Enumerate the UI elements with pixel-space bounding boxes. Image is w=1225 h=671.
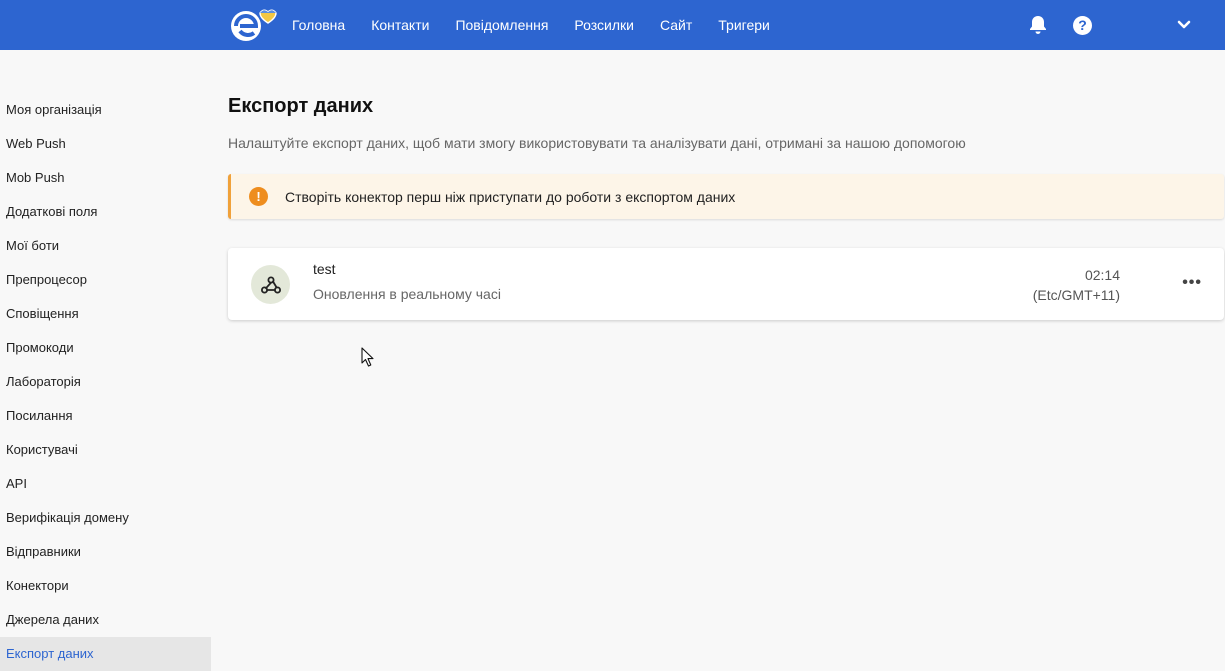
nav-home[interactable]: Головна <box>292 17 345 33</box>
nav-triggers[interactable]: Тригери <box>718 17 770 33</box>
export-name: test <box>313 261 336 277</box>
sidebar-item-laboratory[interactable]: Лабораторія <box>0 365 211 399</box>
exclamation-icon: ! <box>249 187 268 206</box>
sidebar-item-data-export[interactable]: Експорт даних <box>0 637 211 671</box>
question-icon: ? <box>1073 15 1092 35</box>
nav-campaigns[interactable]: Розсилки <box>574 17 634 33</box>
export-time: 02:14 (Etc/GMT+11) <box>1033 265 1120 305</box>
sidebar-item-promocodes[interactable]: Промокоди <box>0 331 211 365</box>
help-button[interactable]: ? <box>1073 0 1092 50</box>
nav-contacts[interactable]: Контакти <box>371 17 429 33</box>
mouse-cursor-icon <box>361 347 374 367</box>
alert-text: Створіть конектор перш ніж приступати до… <box>285 188 736 205</box>
account-menu-button[interactable] <box>1177 0 1191 50</box>
export-mode: Оновлення в реальному часі <box>313 286 501 302</box>
sidebar-item-notifications[interactable]: Сповіщення <box>0 297 211 331</box>
sidebar-item-web-push[interactable]: Web Push <box>0 127 211 161</box>
sidebar-item-domain-verification[interactable]: Верифікація домену <box>0 501 211 535</box>
bell-icon <box>1030 16 1046 34</box>
sidebar-item-connectors[interactable]: Конектори <box>0 569 211 603</box>
logo-icon[interactable] <box>228 6 280 44</box>
export-timezone: (Etc/GMT+11) <box>1032 287 1120 303</box>
webhook-icon <box>251 265 290 304</box>
main-content: Експорт даних Налаштуйте експорт даних, … <box>228 95 1224 320</box>
sidebar-item-senders[interactable]: Відправники <box>0 535 211 569</box>
chevron-down-icon <box>1177 20 1191 29</box>
sidebar-item-preprocessor[interactable]: Препроцесор <box>0 263 211 297</box>
page-subtitle: Налаштуйте експорт даних, щоб мати змогу… <box>228 135 966 151</box>
sidebar-item-custom-fields[interactable]: Додаткові поля <box>0 195 211 229</box>
sidebar-item-users[interactable]: Користувачі <box>0 433 211 467</box>
top-navigation-bar: Головна Контакти Повідомлення Розсилки С… <box>0 0 1225 50</box>
main-nav: Головна Контакти Повідомлення Розсилки С… <box>292 0 796 50</box>
notifications-button[interactable] <box>1029 0 1047 50</box>
page-title: Експорт даних <box>228 95 374 117</box>
sidebar-item-bots[interactable]: Мої боти <box>0 229 211 263</box>
export-card[interactable]: test Оновлення в реальному часі 02:14 (E… <box>228 248 1224 320</box>
nav-messages[interactable]: Повідомлення <box>455 17 548 33</box>
nav-site[interactable]: Сайт <box>660 17 692 33</box>
sidebar-item-links[interactable]: Посилання <box>0 399 211 433</box>
sidebar-item-data-sources[interactable]: Джерела даних <box>0 603 211 637</box>
more-options-icon[interactable]: ••• <box>1182 274 1202 292</box>
settings-sidebar: Моя організація Web Push Mob Push Додатк… <box>0 93 211 671</box>
sidebar-item-organization[interactable]: Моя організація <box>0 93 211 127</box>
export-time-value: 02:14 <box>1084 267 1120 283</box>
warning-alert: ! Створіть конектор перш ніж приступати … <box>228 174 1224 219</box>
sidebar-item-mob-push[interactable]: Mob Push <box>0 161 211 195</box>
sidebar-item-api[interactable]: API <box>0 467 211 501</box>
